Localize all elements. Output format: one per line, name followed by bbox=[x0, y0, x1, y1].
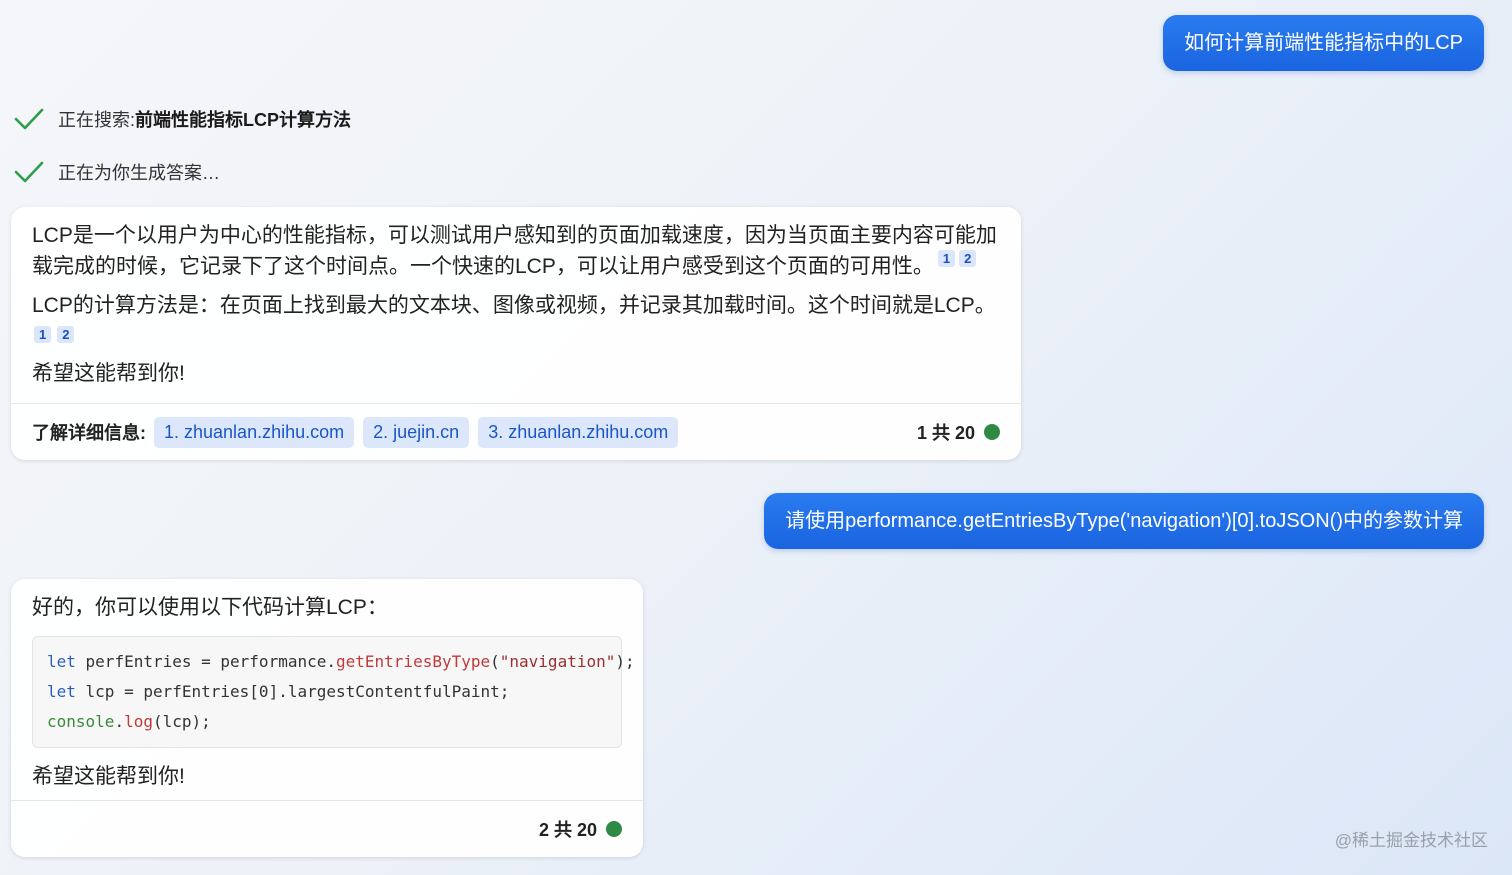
generating-status: 正在为你生成答案… bbox=[14, 159, 220, 185]
status-dot-icon bbox=[984, 424, 1000, 440]
source-link-1[interactable]: 1. zhuanlan.zhihu.com bbox=[154, 416, 355, 448]
learn-more-label: 了解详细信息: bbox=[32, 423, 146, 443]
check-icon bbox=[14, 108, 44, 130]
check-icon bbox=[14, 161, 44, 183]
answer-outro: 希望这能帮到你! bbox=[32, 765, 185, 788]
response-counter-text: 1 共 20 bbox=[916, 423, 975, 443]
citation-1[interactable]: 1 bbox=[34, 326, 52, 343]
answer-intro: 好的，你可以使用以下代码计算LCP： bbox=[32, 596, 388, 619]
search-query: 前端性能指标LCP计算方法 bbox=[135, 110, 352, 130]
search-status: 正在搜索: 前端性能指标LCP计算方法 bbox=[14, 106, 351, 132]
code-line-2: let lcp = perfEntries[0].largestContentf… bbox=[47, 682, 510, 701]
user-message-1: 如何计算前端性能指标中的LCP bbox=[1163, 15, 1484, 71]
generating-status-text: 正在为你生成答案… bbox=[58, 163, 220, 183]
code-line-1: let perfEntries = performance.getEntries… bbox=[47, 652, 635, 671]
user-message-1-text: 如何计算前端性能指标中的LCP bbox=[1184, 32, 1463, 54]
status-dot-icon bbox=[606, 821, 622, 837]
source-link-2[interactable]: 2. juejin.cn bbox=[363, 416, 470, 448]
citation-2[interactable]: 2 bbox=[57, 326, 75, 343]
user-message-2-text: 请使用performance.getEntriesByType('navigat… bbox=[785, 510, 1463, 532]
search-status-prefix: 正在搜索: bbox=[58, 110, 136, 130]
learn-more-bar: 了解详细信息: 1. zhuanlan.zhihu.com 2. juejin.… bbox=[11, 403, 1021, 460]
bot-answer-1: LCP是一个以用户为中心的性能指标，可以测试用户感知到的页面加载速度，因为当页面… bbox=[11, 207, 1021, 460]
answer-paragraph-3: 希望这能帮到你! bbox=[32, 362, 185, 385]
answer-paragraph-1: LCP是一个以用户为中心的性能指标，可以测试用户感知到的页面加载速度，因为当页面… bbox=[32, 224, 997, 278]
code-line-3: console.log(lcp); bbox=[47, 712, 211, 731]
user-message-2: 请使用performance.getEntriesByType('navigat… bbox=[764, 493, 1484, 549]
watermark: @稀土掘金技术社区 bbox=[1334, 831, 1488, 850]
answer-paragraph-2: LCP的计算方法是：在页面上找到最大的文本块、图像或视频，并记录其加载时间。这个… bbox=[32, 294, 996, 317]
bot-answer-2: 好的，你可以使用以下代码计算LCP： let perfEntries = per… bbox=[11, 579, 643, 857]
response-counter: 1 共 20 bbox=[917, 419, 1000, 445]
response-counter-text: 2 共 20 bbox=[538, 820, 597, 840]
response-counter: 2 共 20 bbox=[539, 816, 622, 842]
citation-1[interactable]: 1 bbox=[937, 250, 956, 267]
code-block[interactable]: let perfEntries = performance.getEntries… bbox=[32, 636, 635, 748]
citation-2[interactable]: 2 bbox=[959, 250, 977, 267]
source-link-3[interactable]: 3. zhuanlan.zhihu.com bbox=[478, 416, 679, 448]
answer-footer: 2 共 20 bbox=[11, 800, 643, 857]
